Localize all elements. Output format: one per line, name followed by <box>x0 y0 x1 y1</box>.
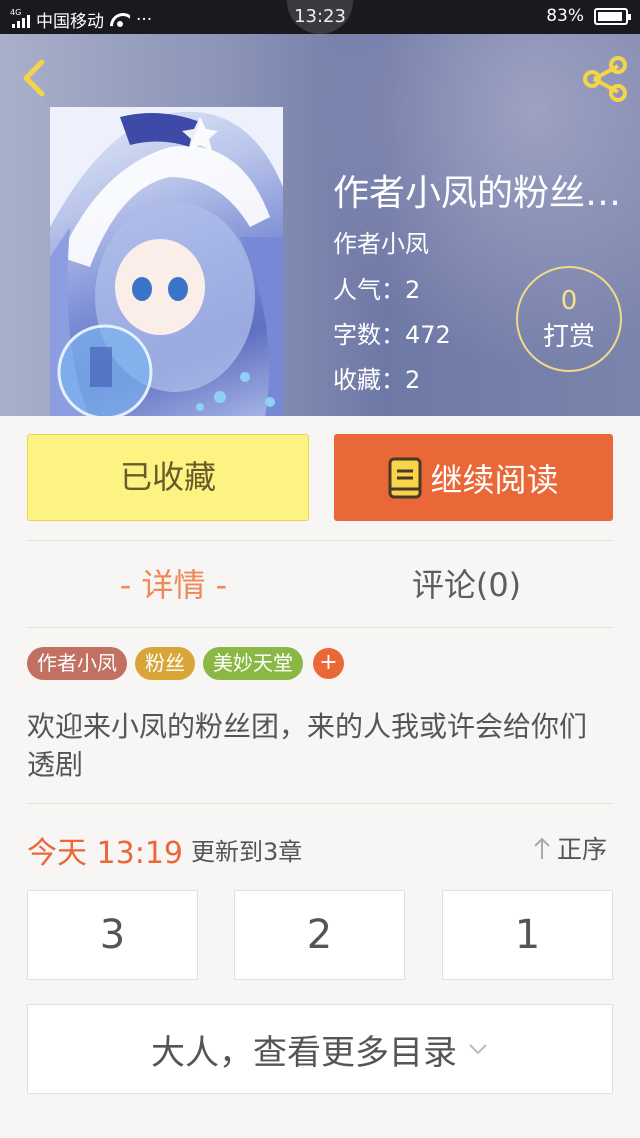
book-word-count: 字数：472 <box>333 321 451 349</box>
share-icon <box>583 56 627 102</box>
book-header: 作者小凤的粉丝… 作者小凤 人气：2 字数：472 收藏：2 0 打赏 <box>0 34 640 416</box>
tip-label: 打赏 <box>542 322 595 352</box>
arrow-up-icon <box>534 837 550 859</box>
tag-item[interactable]: 美妙天堂 <box>203 647 303 680</box>
status-time: 13:23 <box>287 0 353 34</box>
divider <box>27 540 613 541</box>
back-button[interactable] <box>14 56 54 100</box>
continue-reading-label: 继续阅读 <box>430 460 559 499</box>
book-description: 欢迎来小凤的粉丝团，来的人我或许会给你们透剧 <box>27 710 588 781</box>
sort-order-button[interactable]: 正序 <box>533 830 607 866</box>
share-button[interactable] <box>580 54 630 104</box>
tag-item[interactable]: 粉丝 <box>135 647 195 680</box>
tip-count: 0 <box>560 286 578 316</box>
battery-percent: 83% <box>546 6 584 26</box>
tip-button[interactable]: 0 打赏 <box>516 266 622 372</box>
sort-order-label: 正序 <box>557 835 608 864</box>
book-favorites: 收藏：2 <box>333 366 421 394</box>
chapter-button[interactable]: 1 <box>442 890 613 980</box>
signal-icon: 4G <box>10 8 30 28</box>
carrier-name: 中国移动 <box>36 12 104 32</box>
status-left: 4G 中国移动 ··· <box>10 7 153 33</box>
chevron-down-icon <box>469 1044 487 1055</box>
network-type: 4G <box>10 7 22 17</box>
tab-comments[interactable]: 评论(0) <box>320 560 613 606</box>
update-chapter-count: 更新到3章 <box>191 838 303 866</box>
view-more-catalog-label: 大人，查看更多目录 <box>151 1032 457 1073</box>
tab-detail[interactable]: - 详情 - <box>27 560 320 606</box>
add-tag-button[interactable]: + <box>313 648 344 679</box>
wifi-icon <box>110 13 130 27</box>
book-author[interactable]: 作者小凤 <box>333 224 429 259</box>
book-popularity: 人气：2 <box>333 276 421 304</box>
book-title: 作者小凤的粉丝… <box>333 173 622 214</box>
tag-list: 作者小凤 粉丝 美妙天堂 + <box>27 647 344 680</box>
view-more-catalog-button[interactable]: 大人，查看更多目录 <box>27 1004 613 1094</box>
chapter-button[interactable]: 3 <box>27 890 198 980</box>
book-cover-image[interactable] <box>50 107 283 416</box>
more-indicator: ··· <box>136 9 153 30</box>
update-time: 今天 13:19 <box>27 836 183 871</box>
book-icon <box>388 457 422 498</box>
chapter-button[interactable]: 2 <box>234 890 405 980</box>
status-right: 83% <box>546 6 631 26</box>
divider <box>27 627 613 628</box>
tag-item[interactable]: 作者小凤 <box>27 647 127 680</box>
battery-icon <box>594 7 631 25</box>
favorited-button[interactable]: 已收藏 <box>27 434 309 521</box>
chevron-left-icon <box>23 59 45 97</box>
divider <box>27 803 613 804</box>
continue-reading-button[interactable]: 继续阅读 <box>334 434 613 521</box>
status-bar: 4G 中国移动 ··· 13:23 83% <box>0 0 640 34</box>
